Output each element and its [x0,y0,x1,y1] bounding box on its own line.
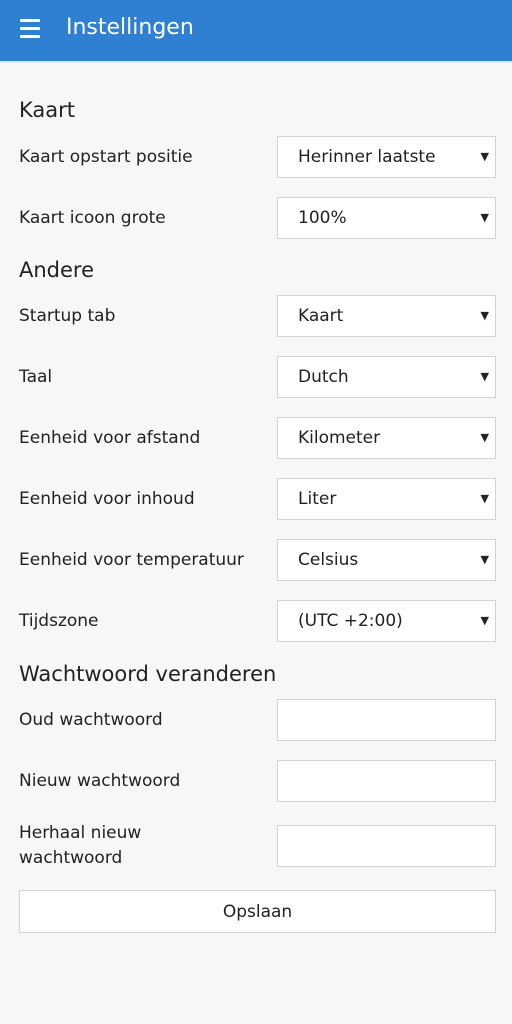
chevron-down-icon: ▼ [480,553,489,566]
hamburger-menu-icon[interactable] [20,19,40,38]
distance-unit-label: Eenheid voor afstand [19,428,201,448]
startup-tab-value: Kaart [298,306,344,326]
timezone-select[interactable]: (UTC +2:00) ▼ [277,600,496,642]
old-password-label: Oud wachtwoord [19,710,163,730]
temperature-unit-select[interactable]: Celsius ▼ [277,539,496,581]
chevron-down-icon: ▼ [480,614,489,627]
volume-unit-value: Liter [298,489,337,509]
chevron-down-icon: ▼ [480,370,489,383]
map-icon-size-value: 100% [298,208,347,228]
temperature-unit-value: Celsius [298,550,359,570]
volume-unit-label: Eenheid voor inhoud [19,489,195,509]
new-password-field[interactable] [277,760,496,802]
page-title: Instellingen [66,15,194,40]
startup-tab-label: Startup tab [19,306,116,326]
old-password-field[interactable] [277,699,496,741]
chevron-down-icon: ▼ [480,211,489,224]
save-button[interactable]: Opslaan [19,890,496,933]
language-select[interactable]: Dutch ▼ [277,356,496,398]
section-title-other: Andere [19,258,95,282]
chevron-down-icon: ▼ [480,431,489,444]
map-icon-size-select[interactable]: 100% ▼ [277,197,496,239]
timezone-label: Tijdszone [19,611,99,631]
section-title-map: Kaart [19,98,76,122]
map-start-position-label: Kaart opstart positie [19,147,193,167]
chevron-down-icon: ▼ [480,309,489,322]
map-icon-size-label: Kaart icoon grote [19,208,166,228]
startup-tab-select[interactable]: Kaart ▼ [277,295,496,337]
chevron-down-icon: ▼ [480,150,489,163]
distance-unit-select[interactable]: Kilometer ▼ [277,417,496,459]
volume-unit-select[interactable]: Liter ▼ [277,478,496,520]
temperature-unit-label: Eenheid voor temperatuur [19,550,244,570]
chevron-down-icon: ▼ [480,492,489,505]
timezone-value: (UTC +2:00) [298,611,403,631]
distance-unit-value: Kilometer [298,428,381,448]
map-start-position-value: Herinner laatste [298,147,436,167]
new-password-label: Nieuw wachtwoord [19,771,181,791]
repeat-password-field[interactable] [277,825,496,867]
app-bar: Instellingen [0,0,512,61]
language-value: Dutch [298,367,349,387]
map-start-position-select[interactable]: Herinner laatste ▼ [277,136,496,178]
section-title-password: Wachtwoord veranderen [19,662,277,686]
repeat-password-label: Herhaal nieuw wachtwoord [19,823,142,868]
language-label: Taal [19,367,53,387]
